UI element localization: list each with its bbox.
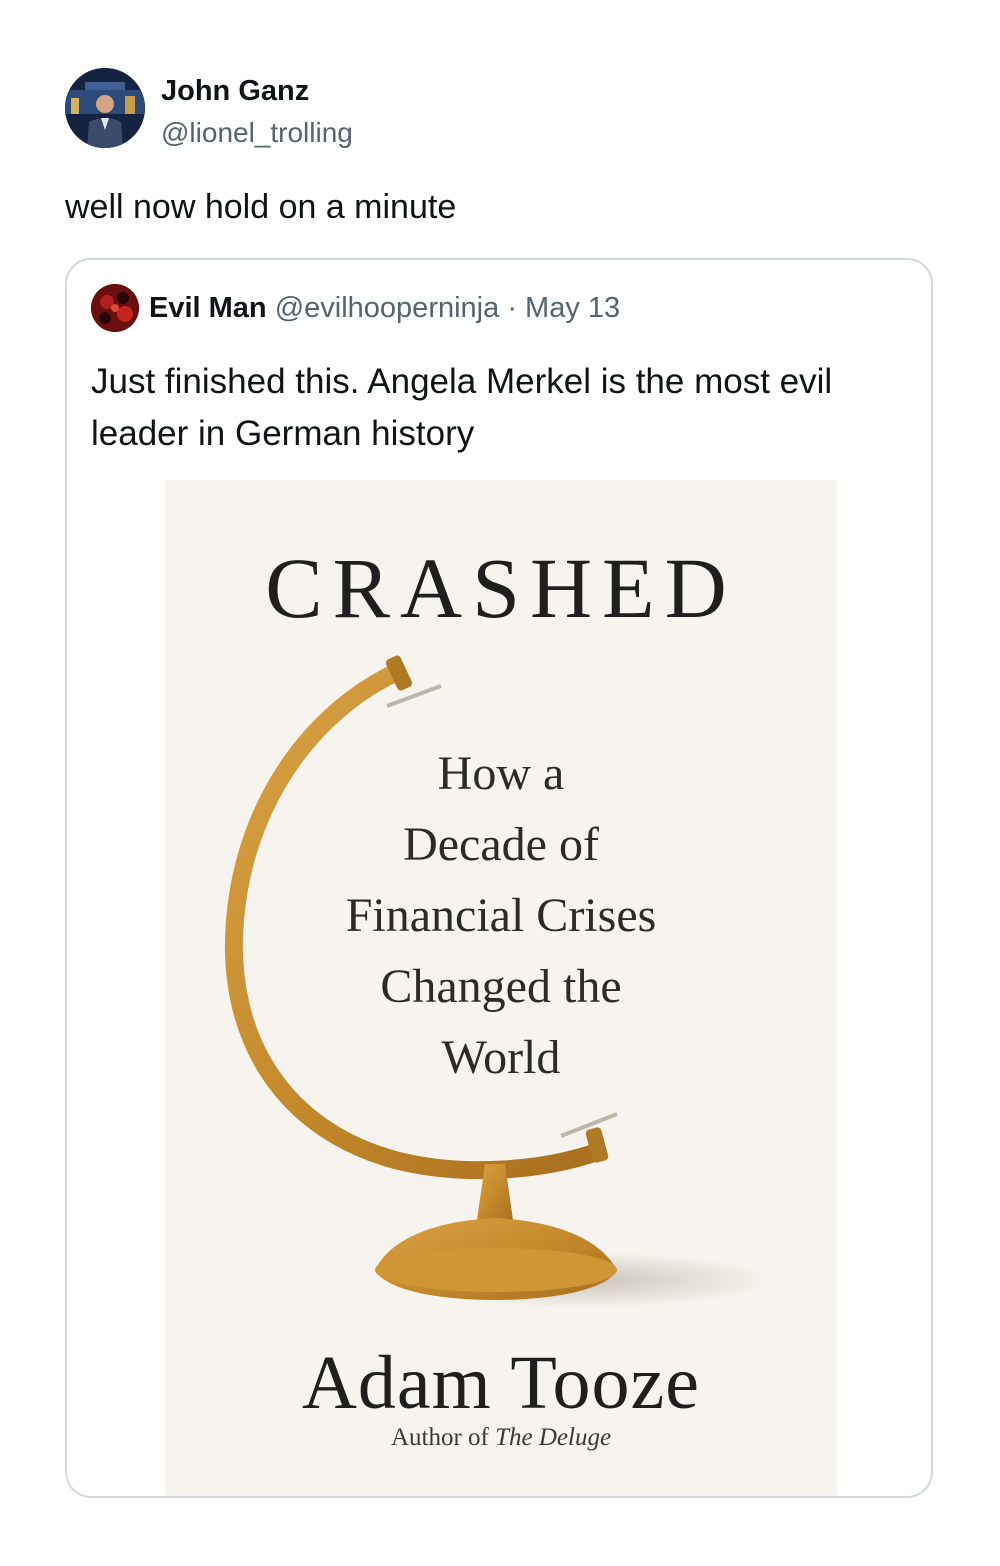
byline-book-title: The Deluge: [495, 1424, 612, 1451]
subtitle-line: Financial Crises: [345, 889, 657, 942]
book-byline: Author of The Deluge: [165, 1424, 837, 1452]
subtitle-line: How a: [437, 747, 565, 800]
quoted-tweet-text: Just finished this. Angela Merkel is the…: [91, 362, 833, 453]
subtitle-line: World: [441, 1031, 561, 1084]
tweet-text: well now hold on a minute: [65, 188, 457, 226]
quoted-tweet-date[interactable]: May 13: [525, 292, 620, 324]
quoted-author-handle[interactable]: @evilhooperninja: [275, 292, 500, 324]
subtitle-line: Decade of: [403, 818, 599, 871]
author-avatar[interactable]: [65, 68, 145, 148]
quoted-author-avatar[interactable]: [91, 284, 139, 332]
book-title: CRASHED: [265, 540, 737, 636]
author-handle[interactable]: @lionel_trolling: [161, 114, 353, 152]
byline-prefix: Author of: [390, 1424, 496, 1451]
meta-separator: ·: [507, 292, 517, 324]
author-display-name[interactable]: John Ganz: [161, 72, 353, 110]
quoted-tweet-header: Evil Man @evilhooperninja · May 13: [91, 284, 911, 334]
quoted-tweet-card[interactable]: Evil Man @evilhooperninja · May 13 Just …: [65, 258, 933, 1498]
book-cover-image[interactable]: CRASHED How a Decade of Financial Crises…: [165, 480, 837, 1496]
tweet-header: John Ganz @lionel_trolling: [65, 68, 935, 150]
subtitle-line: Changed the: [380, 960, 622, 1013]
book-subtitle: How a Decade of Financial Crises Changed…: [165, 738, 837, 1093]
quoted-author-display-name[interactable]: Evil Man: [149, 292, 267, 324]
book-author: Adam Tooze: [302, 1341, 700, 1425]
